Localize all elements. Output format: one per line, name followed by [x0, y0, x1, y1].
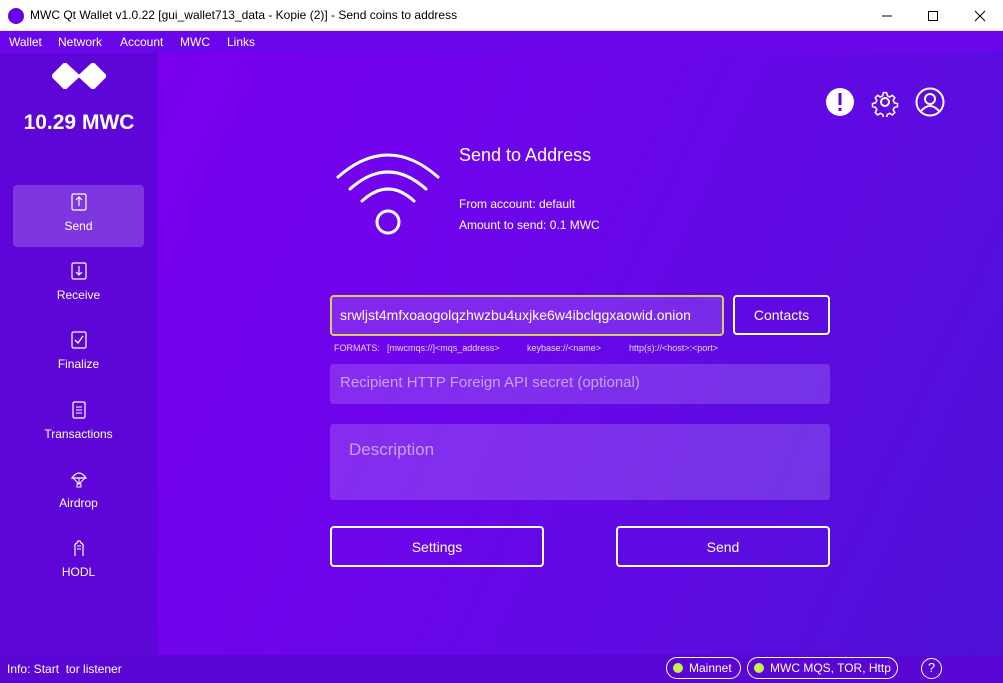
minimize-icon[interactable]: [864, 0, 910, 31]
sidebar: 10.29 MWC Send Receive Finalize Transact…: [0, 53, 158, 655]
title-bar: MWC Qt Wallet v1.0.22 [gui_wallet713_dat…: [0, 0, 1003, 31]
wallet-balance: 10.29 MWC: [23, 111, 135, 134]
menu-mwc[interactable]: MWC: [180, 35, 210, 49]
formats-label: FORMATS:: [334, 343, 380, 353]
sidebar-item-label: Receive: [56, 288, 101, 302]
sidebar-item-transactions[interactable]: Transactions: [13, 393, 144, 455]
menu-account[interactable]: Account: [120, 35, 163, 49]
format-mqs: [mwcmqs://]<mqs_address>: [387, 343, 500, 353]
maximize-icon[interactable]: [910, 0, 956, 31]
sidebar-item-label: Airdrop: [59, 496, 98, 510]
close-icon[interactable]: [957, 0, 1003, 31]
settings-button[interactable]: Settings: [330, 526, 544, 567]
amount-text: Amount to send: 0.1 MWC: [459, 218, 600, 232]
notification-icon[interactable]: [825, 87, 855, 117]
menu-bar: Wallet Network Account MWC Links: [0, 31, 1003, 53]
format-http: http(s)://<host>:<port>: [629, 343, 719, 353]
sidebar-item-finalize[interactable]: Finalize: [13, 323, 144, 385]
window-title: MWC Qt Wallet v1.0.22 [gui_wallet713_dat…: [30, 8, 458, 22]
send-panel: Send to Address From account: default Am…: [158, 53, 1003, 655]
from-account-text: From account: default: [459, 197, 576, 211]
contacts-button[interactable]: Contacts: [733, 295, 830, 335]
airdrop-icon: [70, 472, 88, 488]
send-button[interactable]: Send: [616, 526, 830, 567]
sidebar-item-hodl[interactable]: HODL: [13, 531, 144, 593]
sidebar-item-airdrop[interactable]: Airdrop: [13, 462, 144, 524]
menu-network[interactable]: Network: [58, 35, 102, 49]
wifi-signal-icon: [336, 153, 440, 235]
help-icon[interactable]: ?: [921, 658, 942, 679]
network-status-badge[interactable]: Mainnet: [666, 657, 741, 679]
sidebar-item-receive[interactable]: Receive: [13, 254, 144, 316]
listener-status-badge[interactable]: MWC MQS, TOR, Http: [747, 657, 898, 679]
listener-status-dot-icon: [754, 663, 764, 673]
sidebar-item-send[interactable]: Send: [13, 185, 144, 247]
transactions-icon: [72, 401, 86, 419]
network-status-dot-icon: [673, 663, 683, 673]
sidebar-item-label: HODL: [61, 565, 96, 579]
network-status-label: Mainnet: [689, 661, 732, 675]
settings-gear-icon[interactable]: [870, 87, 900, 119]
api-secret-input[interactable]: Recipient HTTP Foreign API secret (optio…: [330, 364, 830, 404]
listener-status-label: MWC MQS, TOR, Http: [770, 661, 891, 675]
status-info-text: Info: Start tor listener: [7, 662, 122, 676]
app-logo-icon: [8, 8, 24, 24]
sidebar-item-label: Transactions: [44, 427, 113, 441]
format-keybase: keybase://<name>: [527, 343, 602, 353]
page-title: Send to Address: [459, 145, 592, 165]
sidebar-item-label: Send: [64, 219, 93, 233]
menu-links[interactable]: Links: [227, 35, 255, 49]
finalize-icon: [71, 331, 87, 349]
mwc-logo-icon: [52, 63, 106, 89]
menu-wallet[interactable]: Wallet: [9, 35, 42, 49]
account-icon[interactable]: [915, 87, 945, 117]
sidebar-item-label: Finalize: [57, 357, 100, 371]
send-icon: [71, 193, 87, 211]
status-bar: Info: Start tor listener Mainnet MWC MQS…: [0, 655, 1003, 683]
hodl-icon: [74, 540, 84, 556]
recipient-address-input[interactable]: srwljst4mfxoaogolqzhwzbu4uxjke6w4ibclqgx…: [330, 295, 724, 336]
receive-icon: [71, 262, 87, 280]
description-input[interactable]: Description: [330, 424, 830, 500]
